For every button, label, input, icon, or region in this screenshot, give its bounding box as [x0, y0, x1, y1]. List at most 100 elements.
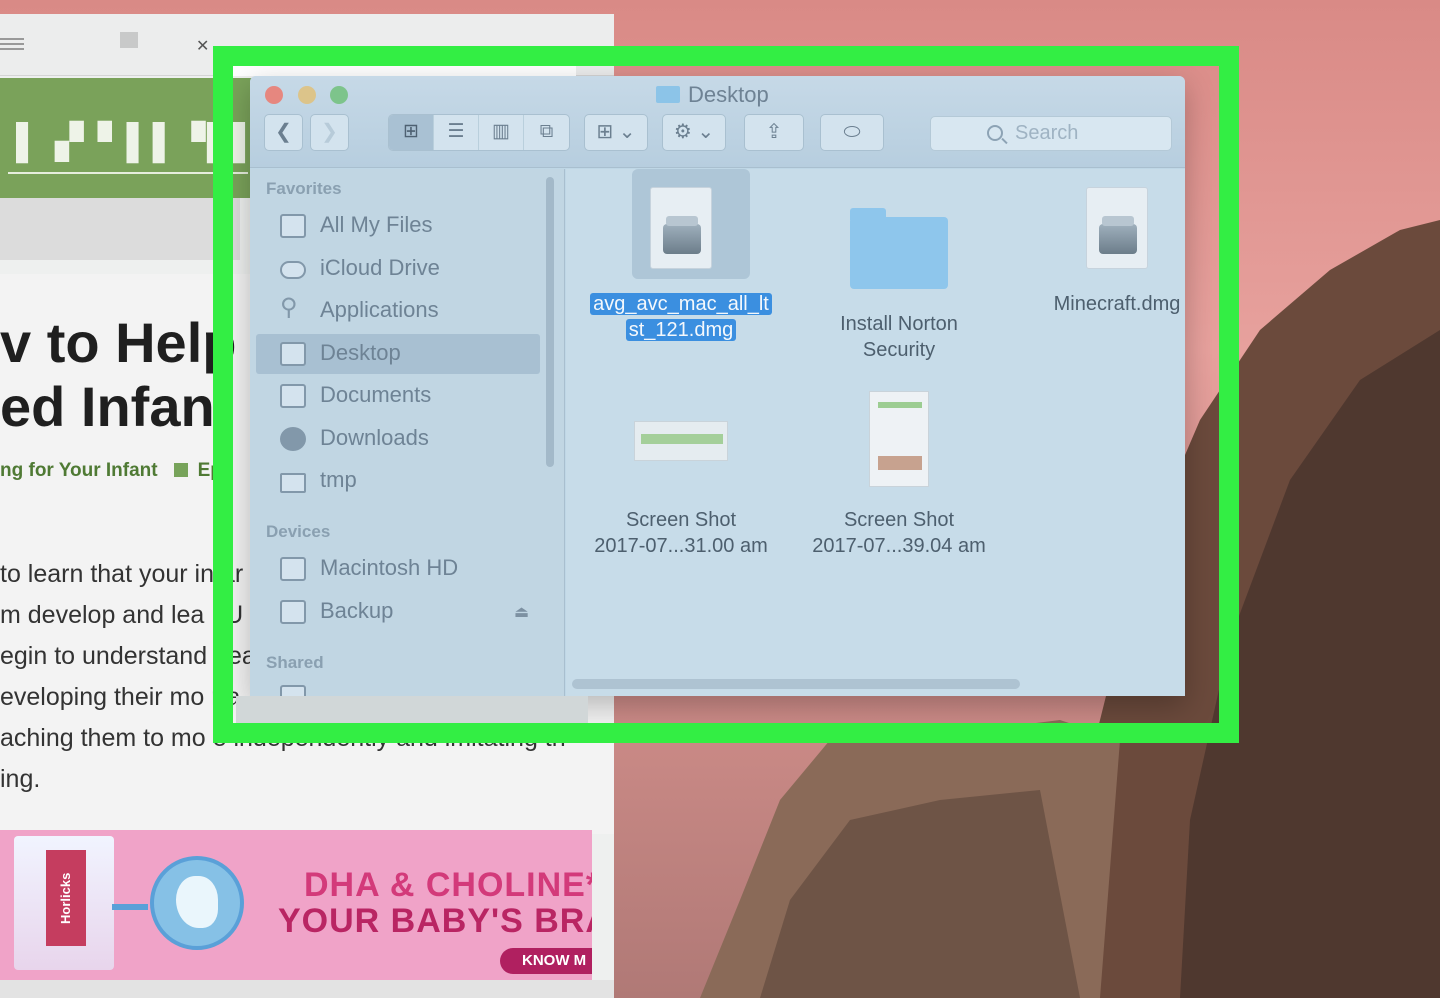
file-name-line1: avg_avc_mac_all_lt	[590, 293, 772, 315]
sidebar-scrollbar[interactable]	[546, 177, 554, 467]
eject-icon[interactable]: ⏏	[514, 602, 529, 622]
arrow-icon	[112, 904, 148, 910]
ad-headline: DHA & CHOLINE*	[304, 866, 592, 904]
forward-button[interactable]: ❯	[310, 114, 349, 151]
file-browser-area: avg_avc_mac_all_lt st_121.dmg Install Nor…	[566, 169, 1185, 696]
sidebar-section-shared: Shared	[266, 653, 324, 672]
advertisement-banner[interactable]: Horlicks DHA & CHOLINE* YOUR BABY'S BRAI…	[0, 830, 592, 980]
sidebar-item-applications[interactable]: ⚲ Applications	[256, 291, 540, 331]
view-mode-selector[interactable]: ⊞ ☰ ▥ ⧉	[388, 114, 570, 151]
article-category: ng for Your Infant Epi	[0, 460, 227, 482]
logo-underline	[8, 172, 248, 174]
file-name-line2: Security	[862, 339, 936, 361]
sidebar-section-devices: Devices	[266, 522, 331, 541]
zoom-window-button[interactable]	[330, 86, 348, 104]
article-line: ing.	[0, 765, 41, 793]
file-name-line2: st_121.dmg	[625, 319, 737, 341]
window-title-text: Desktop	[688, 82, 769, 107]
disk-image-icon	[1086, 187, 1148, 269]
folder-icon	[656, 86, 680, 103]
browser-address-area	[230, 60, 576, 76]
footer-strip	[0, 980, 614, 998]
icon-view-icon[interactable]: ⊞	[389, 115, 434, 150]
screenshot-thumbnail-icon	[634, 421, 728, 461]
sidebar-item-label: Downloads	[320, 425, 429, 450]
finder-titlebar: Desktop ❮ ❯ ⊞ ☰ ▥ ⧉ ⊞ ⌄ ⚙ ⌄ ⇪ ⬭ Search	[250, 76, 1185, 168]
search-field[interactable]: Search	[930, 116, 1172, 151]
product-image: Horlicks	[14, 836, 114, 970]
file-item-install-norton[interactable]: Install Norton Security	[794, 179, 1004, 363]
sidebar-item-label: Macintosh HD	[320, 555, 459, 580]
file-item-screenshot-2[interactable]: Screen Shot 2017-07...39.04 am	[794, 391, 1004, 559]
close-window-button[interactable]	[265, 86, 283, 104]
close-icon[interactable]: ✕	[196, 36, 209, 56]
tag-icon: ⬭	[843, 121, 861, 143]
computer-icon	[280, 685, 306, 696]
sidebar-item-label: Documents	[320, 382, 432, 407]
folder-icon	[280, 473, 306, 493]
file-name-line1: Install Norton	[840, 313, 958, 335]
cloud-icon	[280, 261, 306, 279]
folder-icon	[850, 208, 948, 289]
desktop-icon	[280, 342, 306, 366]
window-title: Desktop	[656, 82, 769, 108]
file-item-minecraft-dmg[interactable]: Minecraft.dmg	[1012, 179, 1185, 317]
article-title-line1: v to Help a	[0, 311, 284, 374]
sidebar-item-macintosh-hd[interactable]: Macintosh HD	[256, 549, 540, 589]
chevron-left-icon: ❮	[275, 121, 292, 143]
sidebar-item-icloud-drive[interactable]: iCloud Drive	[256, 249, 540, 289]
disk-image-icon	[650, 187, 712, 269]
category-link-2[interactable]: Epi	[198, 460, 228, 481]
back-button[interactable]: ❮	[264, 114, 303, 151]
share-icon: ⇪	[765, 121, 783, 143]
share-button[interactable]: ⇪	[744, 114, 804, 151]
finder-window[interactable]: Desktop ❮ ❯ ⊞ ☰ ▥ ⧉ ⊞ ⌄ ⚙ ⌄ ⇪ ⬭ Search F…	[250, 76, 1185, 696]
sidebar-item-label: tmp	[320, 467, 357, 492]
hard-drive-icon	[280, 557, 306, 581]
menu-icon[interactable]	[0, 38, 24, 50]
sidebar-item-label: All My Files	[320, 212, 433, 237]
ad-cta-button[interactable]: KNOW M	[500, 948, 592, 974]
sidebar-item-downloads[interactable]: Downloads	[256, 419, 540, 459]
sidebar-item-label: Applications	[320, 297, 439, 322]
hard-drive-icon	[280, 600, 306, 624]
arrange-grid-icon: ⊞ ⌄	[596, 121, 636, 143]
downloads-icon	[280, 427, 306, 451]
baby-head-icon	[150, 856, 244, 950]
sidebar-item-backup[interactable]: Backup ⏏	[256, 592, 540, 632]
cover-flow-icon[interactable]: ⧉	[524, 115, 569, 150]
tab-icon[interactable]	[120, 32, 138, 48]
nav-strip	[0, 198, 240, 260]
category-icon	[173, 463, 188, 477]
sidebar-section-favorites: Favorites	[266, 179, 342, 198]
file-item-avg-dmg[interactable]: avg_avc_mac_all_lt st_121.dmg	[576, 169, 786, 343]
sidebar-item-label: Desktop	[320, 340, 401, 365]
column-view-icon[interactable]: ▥	[479, 115, 524, 150]
file-name-line2: 2017-07...39.04 am	[812, 535, 986, 557]
tag-button[interactable]: ⬭	[820, 114, 884, 151]
minimize-window-button[interactable]	[298, 86, 316, 104]
search-placeholder: Search	[1015, 122, 1079, 144]
documents-icon	[280, 384, 306, 408]
sidebar-item-all-my-files[interactable]: All My Files	[256, 206, 540, 246]
list-view-icon[interactable]: ☰	[434, 115, 479, 150]
file-name-line1: Minecraft.dmg	[1053, 293, 1181, 315]
gear-icon: ⚙ ⌄	[673, 121, 715, 143]
sidebar-item-desktop[interactable]: Desktop	[256, 334, 540, 374]
action-button[interactable]: ⚙ ⌄	[662, 114, 726, 151]
sidebar-item-documents[interactable]: Documents	[256, 376, 540, 416]
article-title-line2: ed Infant	[0, 375, 234, 438]
horizontal-scrollbar[interactable]	[572, 679, 1020, 689]
site-header: ▌▗▘▘▌▌▝▌▌▗▌g.	[0, 78, 346, 198]
product-brand: Horlicks	[46, 850, 86, 946]
arrange-button[interactable]: ⊞ ⌄	[584, 114, 648, 151]
sidebar-item-label: Backup	[320, 598, 394, 623]
applications-icon: ⚲	[280, 294, 298, 321]
ad-subheadline: YOUR BABY'S BRAI	[278, 902, 592, 940]
category-link[interactable]: ng for Your Infant	[0, 460, 158, 481]
sidebar-item-shared[interactable]	[256, 677, 540, 696]
article-text-overflow	[236, 696, 588, 732]
sidebar-item-tmp[interactable]: tmp	[256, 461, 540, 501]
screenshot-thumbnail-icon	[869, 391, 929, 487]
file-item-screenshot-1[interactable]: Screen Shot 2017-07...31.00 am	[576, 391, 786, 559]
